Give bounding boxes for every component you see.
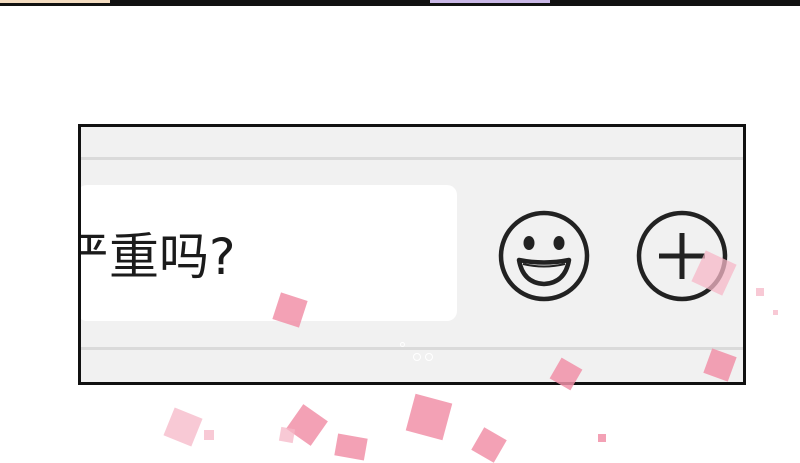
sparkle-decoration: [400, 342, 405, 347]
petal-decoration: [334, 433, 368, 461]
top-frame-border: [0, 0, 800, 6]
message-input[interactable]: 严重吗?: [81, 185, 457, 321]
chat-input-bar: 严重吗?: [78, 124, 746, 385]
smile-icon[interactable]: [497, 209, 591, 303]
petal-decoration: [204, 430, 214, 440]
petal-decoration: [405, 393, 453, 441]
sparkle-decoration: [413, 353, 421, 361]
petal-decoration: [163, 407, 203, 447]
top-decoration-left: [0, 0, 110, 3]
message-input-text: 严重吗?: [81, 228, 236, 286]
top-divider: [81, 157, 743, 160]
bottom-divider: [81, 347, 743, 350]
petal-decoration: [773, 310, 778, 315]
top-decoration-right: [430, 0, 550, 3]
petal-decoration: [756, 288, 764, 296]
sparkle-decoration: [425, 353, 433, 361]
petal-decoration: [278, 426, 296, 444]
petal-decoration: [598, 434, 606, 442]
petal-decoration: [471, 427, 507, 463]
